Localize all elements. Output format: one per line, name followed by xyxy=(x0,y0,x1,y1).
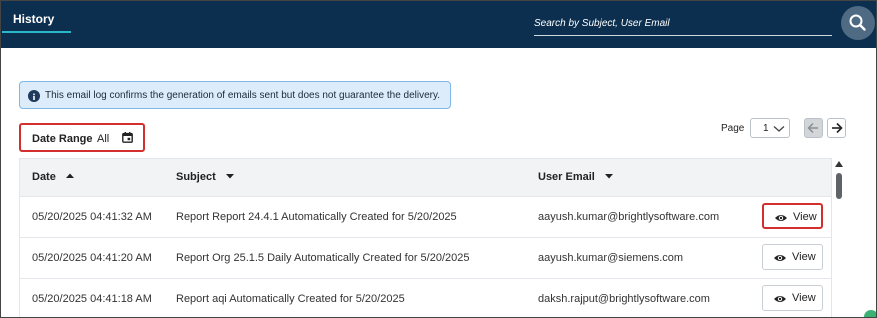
row-subject: Report Report 24.4.1 Automatically Creat… xyxy=(176,211,457,223)
info-message: This email log confirms the generation o… xyxy=(45,90,441,101)
top-bar: History xyxy=(1,1,876,48)
eye-icon xyxy=(775,215,787,221)
column-header-user-email[interactable]: User Email xyxy=(538,171,614,183)
search-icon xyxy=(849,14,866,31)
row-subject: Report Org 25.1.5 Daily Automatically Cr… xyxy=(176,252,470,264)
view-button[interactable]: View xyxy=(762,203,823,229)
next-page-button[interactable] xyxy=(827,118,846,138)
arrow-left-icon xyxy=(807,122,818,134)
row-date: 05/20/2025 04:41:32 AM xyxy=(32,211,152,223)
search-input[interactable] xyxy=(534,15,824,31)
vertical-scrollbar[interactable] xyxy=(834,158,846,317)
page-select-value: 1 xyxy=(763,123,769,134)
sort-dropdown-icon xyxy=(604,174,613,179)
view-button-label: View xyxy=(792,251,816,263)
row-email: aayush.kumar@brightlysoftware.com xyxy=(538,211,720,223)
row-date: 05/20/2025 04:41:20 AM xyxy=(32,252,152,264)
eye-icon xyxy=(774,296,786,302)
email-history-window: History This email log confirms the gene… xyxy=(0,0,877,318)
previous-page-button[interactable] xyxy=(804,118,823,138)
view-button[interactable]: View xyxy=(762,244,823,270)
table-row: 05/20/2025 04:41:32 AM Report Report 24.… xyxy=(20,197,831,238)
view-button-label: View xyxy=(793,211,817,223)
eye-icon xyxy=(774,255,786,261)
sort-dropdown-icon xyxy=(225,174,234,179)
view-button[interactable]: View xyxy=(762,285,823,311)
scroll-thumb[interactable] xyxy=(836,173,842,199)
tab-history[interactable]: History xyxy=(13,12,54,26)
chevron-down-icon xyxy=(773,126,785,132)
row-date: 05/20/2025 04:41:18 AM xyxy=(32,293,152,305)
table-header: Date Subject User Email xyxy=(20,159,831,197)
date-range-value: All xyxy=(97,133,110,145)
page-label: Page xyxy=(721,123,745,134)
column-header-subject[interactable]: Subject xyxy=(176,171,235,183)
search-button[interactable] xyxy=(841,6,875,40)
row-email: aayush.kumar@siemens.com xyxy=(538,252,684,264)
view-button-label: View xyxy=(792,292,816,304)
search-box xyxy=(534,11,832,36)
info-banner: This email log confirms the generation o… xyxy=(19,81,451,109)
scroll-up-arrow-icon[interactable] xyxy=(835,161,843,167)
row-email: daksh.rajput@brightlysoftware.com xyxy=(538,293,710,305)
page-select[interactable]: 1 xyxy=(750,118,790,138)
table-row: 05/20/2025 04:41:18 AM Report aqi Automa… xyxy=(20,279,831,317)
email-log-table: Date Subject User Email 05/20/2025 04:41… xyxy=(19,158,832,317)
help-widget-icon[interactable] xyxy=(864,310,876,317)
date-range-filter[interactable]: Date Range All xyxy=(19,123,145,152)
column-header-date[interactable]: Date xyxy=(32,171,75,183)
arrow-right-icon xyxy=(832,122,843,134)
calendar-icon[interactable] xyxy=(122,132,133,143)
row-subject: Report aqi Automatically Created for 5/2… xyxy=(176,293,405,305)
active-tab-indicator xyxy=(2,31,71,33)
table-row: 05/20/2025 04:41:20 AM Report Org 25.1.5… xyxy=(20,238,831,279)
date-range-label: Date Range xyxy=(32,133,93,145)
info-icon xyxy=(28,90,40,102)
sort-ascending-icon xyxy=(65,173,74,178)
